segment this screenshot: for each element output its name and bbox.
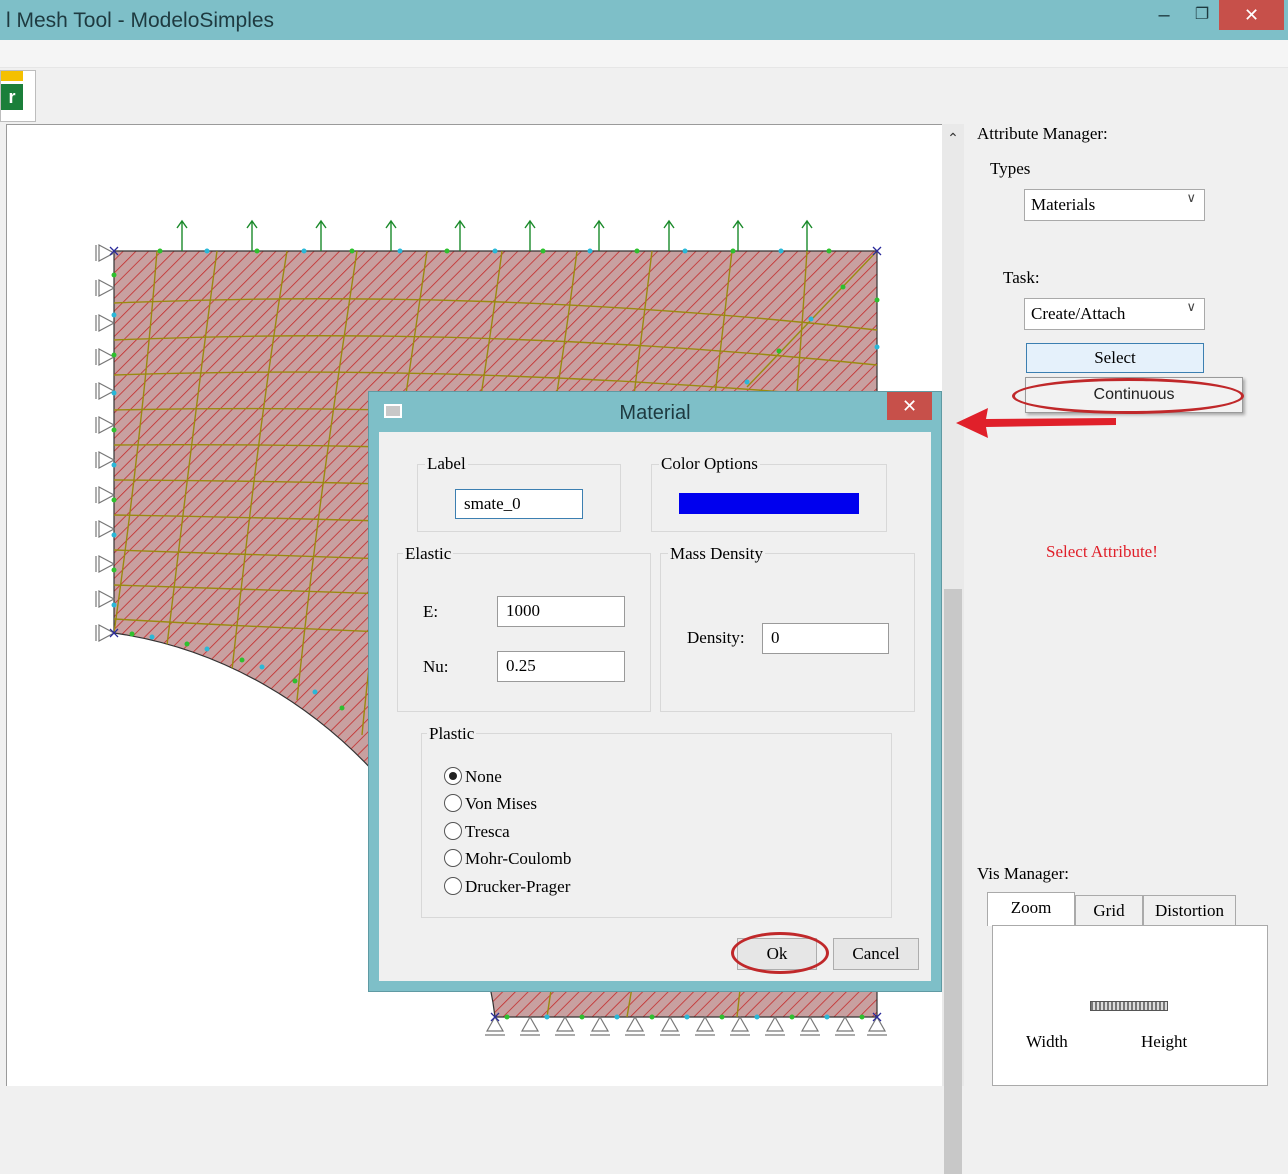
chevron-down-icon: ∨: [1186, 299, 1196, 314]
color-swatch[interactable]: [679, 493, 859, 514]
menu-strip: [0, 40, 1288, 68]
dialog-close-button[interactable]: ✕: [887, 392, 932, 420]
height-label: Height: [1141, 1032, 1188, 1051]
mass-density-title: Mass Density: [668, 544, 766, 564]
plastic-option-label: None: [465, 767, 502, 786]
maximize-button[interactable]: ❐: [1188, 0, 1216, 30]
scroll-thumb[interactable]: [944, 589, 962, 1174]
radio-selected-icon: [444, 767, 462, 785]
types-label: Types: [990, 159, 1031, 178]
plastic-option-none[interactable]: None: [444, 767, 502, 787]
minimize-button[interactable]: –: [1150, 0, 1178, 30]
load-arrows: [176, 219, 813, 251]
color-options-title: Color Options: [659, 454, 760, 474]
vis-manager-heading: Vis Manager:: [977, 864, 1069, 883]
plastic-option-von-mises[interactable]: Von Mises: [444, 794, 537, 814]
e-label: E:: [423, 602, 439, 621]
elastic-group: [397, 553, 651, 712]
task-label: Task:: [1003, 268, 1040, 287]
plastic-option-label: Drucker-Prager: [465, 877, 571, 896]
app-logo-icon[interactable]: r: [0, 70, 36, 122]
tab-zoom[interactable]: Zoom: [987, 892, 1075, 926]
elastic-group-title: Elastic: [403, 544, 454, 564]
left-supports: [95, 244, 116, 642]
dialog-body: Label smate_0 Color Options Elastic E: 1…: [379, 432, 931, 981]
plastic-option-label: Tresca: [465, 822, 510, 841]
window-title: l Mesh Tool - ModeloSimples: [6, 9, 275, 32]
chevron-down-icon: ∨: [1186, 190, 1196, 205]
bottom-supports: [485, 1015, 887, 1036]
task-dropdown[interactable]: Create/Attach ∨: [1024, 298, 1205, 330]
width-label: Width: [1026, 1032, 1068, 1051]
scroll-up-icon[interactable]: ⌃: [942, 130, 964, 147]
e-input[interactable]: 1000: [497, 596, 625, 627]
select-button[interactable]: Select: [1026, 343, 1204, 373]
logo-mark: r: [1, 84, 23, 110]
types-dropdown[interactable]: Materials ∨: [1024, 189, 1205, 221]
vertical-scrollbar[interactable]: ⌃: [942, 124, 964, 1174]
nu-input[interactable]: 0.25: [497, 651, 625, 682]
label-group-title: Label: [425, 454, 468, 474]
plastic-option-label: Von Mises: [465, 794, 537, 813]
pointer-arrow: [956, 408, 1116, 438]
label-input[interactable]: smate_0: [455, 489, 583, 519]
material-dialog-title: Material: [619, 402, 691, 424]
zoom-slider[interactable]: [1090, 1001, 1168, 1011]
logo-bar: [1, 71, 23, 81]
plastic-option-tresca[interactable]: Tresca: [444, 822, 510, 842]
cancel-button[interactable]: Cancel: [833, 938, 919, 970]
radio-icon: [444, 794, 462, 812]
toolbar: [0, 68, 1288, 124]
nu-label: Nu:: [423, 657, 449, 676]
plastic-group-title: Plastic: [427, 724, 477, 744]
density-label: Density:: [687, 628, 745, 647]
ok-highlight-ellipse: [731, 932, 829, 974]
material-dialog: Material ✕ Label smate_0 Color Options E…: [368, 391, 942, 992]
tab-grid[interactable]: Grid: [1075, 895, 1143, 925]
close-button[interactable]: ✕: [1219, 0, 1284, 30]
plastic-option-drucker-prager[interactable]: Drucker-Prager: [444, 877, 570, 897]
types-dropdown-value: Materials: [1031, 195, 1096, 214]
plastic-option-label: Mohr-Coulomb: [465, 849, 572, 868]
radio-icon: [444, 849, 462, 867]
status-message: Select Attribute!: [1046, 542, 1158, 561]
radio-icon: [444, 877, 462, 895]
density-input[interactable]: 0: [762, 623, 889, 654]
attribute-manager-heading: Attribute Manager:: [977, 124, 1108, 143]
task-dropdown-value: Create/Attach: [1031, 304, 1126, 323]
tab-distortion[interactable]: Distortion: [1143, 895, 1236, 925]
radio-icon: [444, 822, 462, 840]
title-bar: l Mesh Tool - ModeloSimples – ❐ ✕: [0, 0, 1288, 40]
plastic-option-mohr-coulomb[interactable]: Mohr-Coulomb: [444, 849, 571, 869]
